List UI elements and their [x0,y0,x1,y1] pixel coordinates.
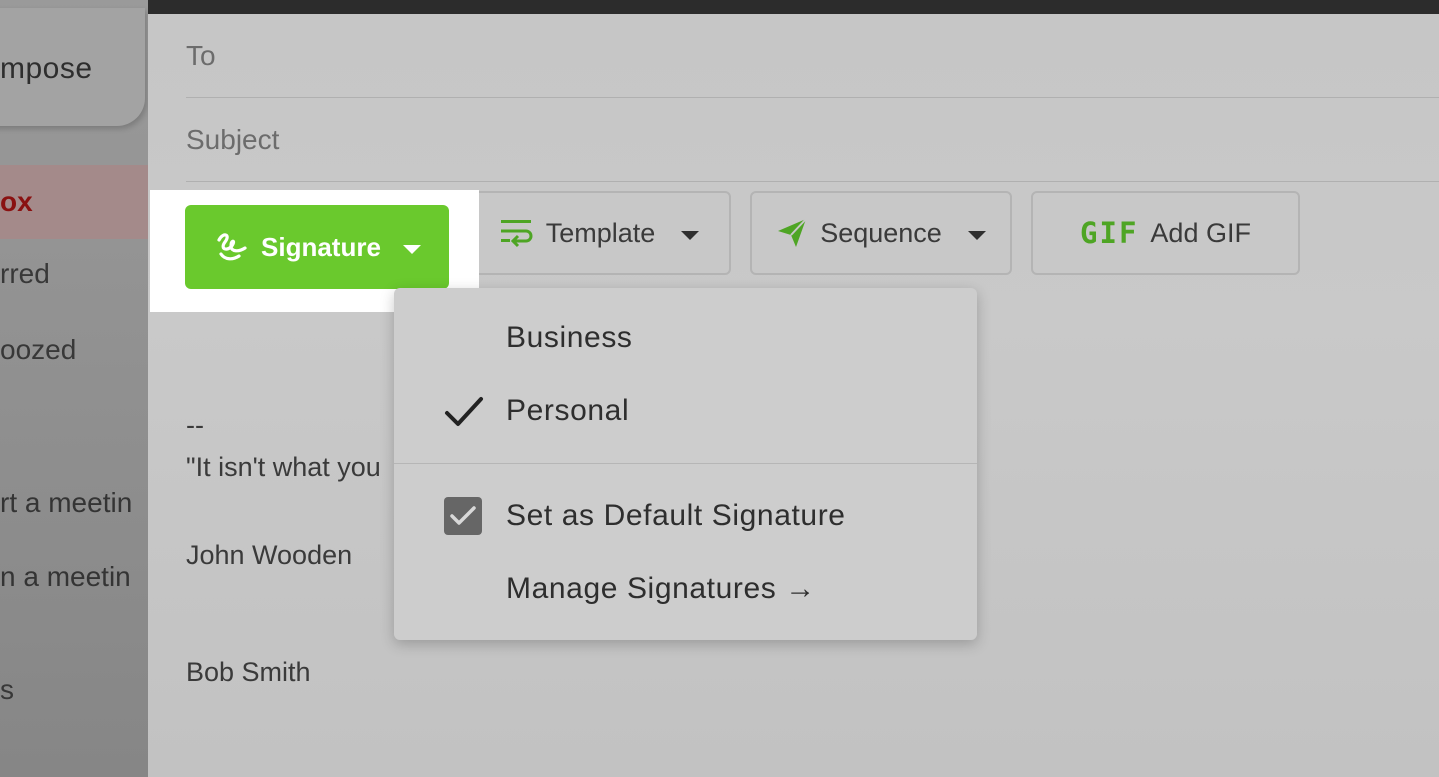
menu-item-personal[interactable]: Personal [506,394,629,428]
compose-button-label: mpose [0,52,93,85]
send-icon [778,218,807,247]
signature-sender-name: Bob Smith [186,657,311,687]
subject-placeholder: Subject [186,124,280,155]
chevron-down-icon [402,244,421,254]
menu-divider [394,463,977,464]
signature-icon [217,233,247,261]
sidebar: mpose ox rred oozed rt a meetin n a meet… [0,0,148,777]
add-gif-label: Add GIF [1150,217,1251,248]
checkbox-check-icon [450,506,476,525]
add-gif-button[interactable]: GIF Add GIF [1031,191,1300,275]
template-label: Template [545,217,656,248]
menu-item-business[interactable]: Business [506,321,633,355]
sequence-button[interactable]: Sequence [750,191,1012,275]
sidebar-item-start-meeting[interactable]: rt a meetin [0,487,148,519]
template-button[interactable]: Template [468,191,731,275]
sequence-label: Sequence [820,217,942,248]
sidebar-item-more[interactable]: s [0,674,148,706]
manage-signatures-link[interactable]: Manage Signatures → [506,572,816,606]
signature-separator: -- [186,410,204,440]
signature-label: Signature [261,231,381,262]
signature-quote-author: John Wooden [186,540,353,570]
default-signature-label[interactable]: Set as Default Signature [506,499,846,533]
sidebar-item-label: s [0,674,14,705]
chevron-down-icon [681,230,700,240]
signature-dropdown-menu: Business Personal Set as Default Signatu… [394,288,977,640]
sidebar-item-label: n a meetin [0,561,131,592]
window-top-bar [148,0,1439,14]
screen: mpose ox rred oozed rt a meetin n a meet… [0,0,1439,777]
checkmark-icon [445,397,483,426]
signature-quote: "It isn't what you [186,452,381,482]
to-placeholder: To [186,40,216,71]
sidebar-item-snoozed[interactable]: oozed [0,334,148,366]
signature-button[interactable]: Signature [185,205,449,289]
to-field[interactable]: To [186,14,1439,98]
gif-icon: GIF [1080,216,1139,250]
sidebar-item-join-meeting[interactable]: n a meetin [0,561,148,593]
chevron-down-icon [967,230,986,240]
sidebar-item-starred[interactable]: rred [0,258,148,290]
sidebar-item-label: rt a meetin [0,487,133,518]
sidebar-item-label: ox [0,186,33,217]
sidebar-item-label: oozed [0,334,77,365]
template-icon [500,220,533,248]
sidebar-item-inbox[interactable]: ox [0,165,148,239]
sidebar-item-label: rred [0,258,50,289]
default-signature-checkbox[interactable] [444,497,482,535]
subject-field[interactable]: Subject [186,98,1439,182]
